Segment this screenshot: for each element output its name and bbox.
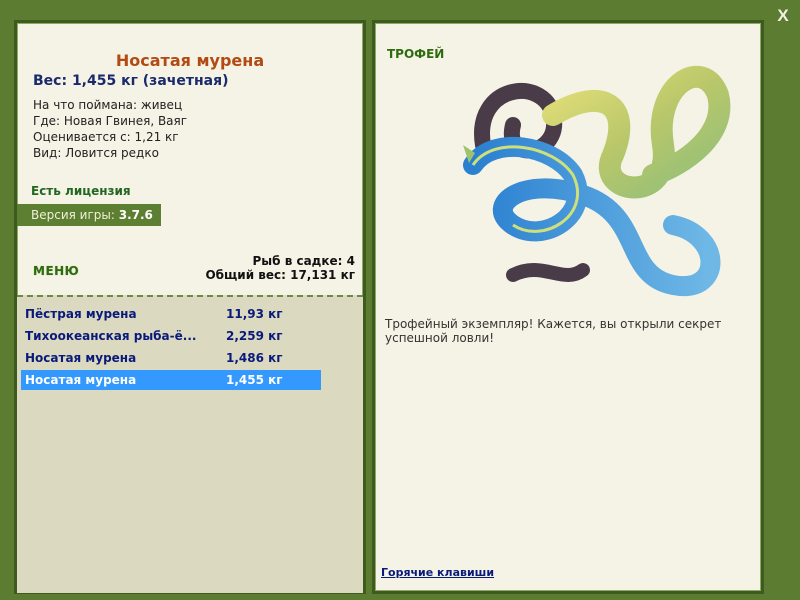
rated-from-info: Оценивается с: 1,21 кг: [33, 130, 179, 144]
fish-weight: Вес: 1,455 кг (зачетная): [33, 73, 229, 89]
catch-weight: 2,259 кг: [226, 329, 283, 343]
close-button[interactable]: X: [773, 6, 793, 26]
catch-row[interactable]: Пёстрая мурена 11,93 кг: [21, 304, 321, 324]
rarity-info: Вид: Ловится редко: [33, 146, 159, 160]
fish-title: Носатая мурена: [115, 51, 265, 70]
bait-info: На что поймана: живец: [33, 98, 183, 112]
catch-list: Пёстрая мурена 11,93 кг Тихоокеанская ры…: [17, 295, 363, 593]
trophy-description: Трофейный экземпляр! Кажется, вы открыли…: [385, 317, 722, 345]
hotkeys-link[interactable]: Горячие клавиши: [381, 566, 494, 579]
version-value: 3.7.6: [118, 208, 153, 222]
version-label: Версия игры:: [31, 208, 115, 222]
moray-eel-image: [463, 65, 731, 297]
game-version: Версия игры: 3.7.6: [17, 204, 161, 226]
menu-button[interactable]: МЕНЮ: [33, 264, 79, 278]
license-status: Есть лицензия: [31, 184, 131, 198]
game-window-frame: X Носатая мурена Вес: 1,455 кг (зачетная…: [0, 0, 800, 600]
catch-row[interactable]: Носатая мурена 1,486 кг: [21, 348, 321, 368]
catch-row-selected[interactable]: Носатая мурена 1,455 кг: [21, 370, 321, 390]
catch-row[interactable]: Тихоокеанская рыба-ё... 2,259 кг: [21, 326, 321, 346]
catch-weight: 1,486 кг: [226, 351, 283, 365]
keepnet-stats: Рыб в садке: 4 Общий вес: 17,131 кг: [205, 254, 355, 282]
catch-name: Тихоокеанская рыба-ё...: [25, 329, 197, 343]
keepnet-total-weight: Общий вес: 17,131 кг: [205, 268, 355, 282]
catch-name: Носатая мурена: [25, 351, 137, 365]
location-info: Где: Новая Гвинея, Ваяг: [33, 114, 188, 128]
trophy-panel: ТРОФЕЙ Трофейный экземпляр! Кажется, вы: [372, 20, 764, 594]
catch-weight: 11,93 кг: [226, 307, 283, 321]
catch-weight: 1,455 кг: [226, 373, 283, 387]
fish-info-panel: Носатая мурена Вес: 1,455 кг (зачетная) …: [14, 20, 366, 594]
catch-name: Носатая мурена: [25, 373, 137, 387]
catch-name: Пёстрая мурена: [25, 307, 137, 321]
keepnet-count: Рыб в садке: 4: [252, 254, 356, 268]
